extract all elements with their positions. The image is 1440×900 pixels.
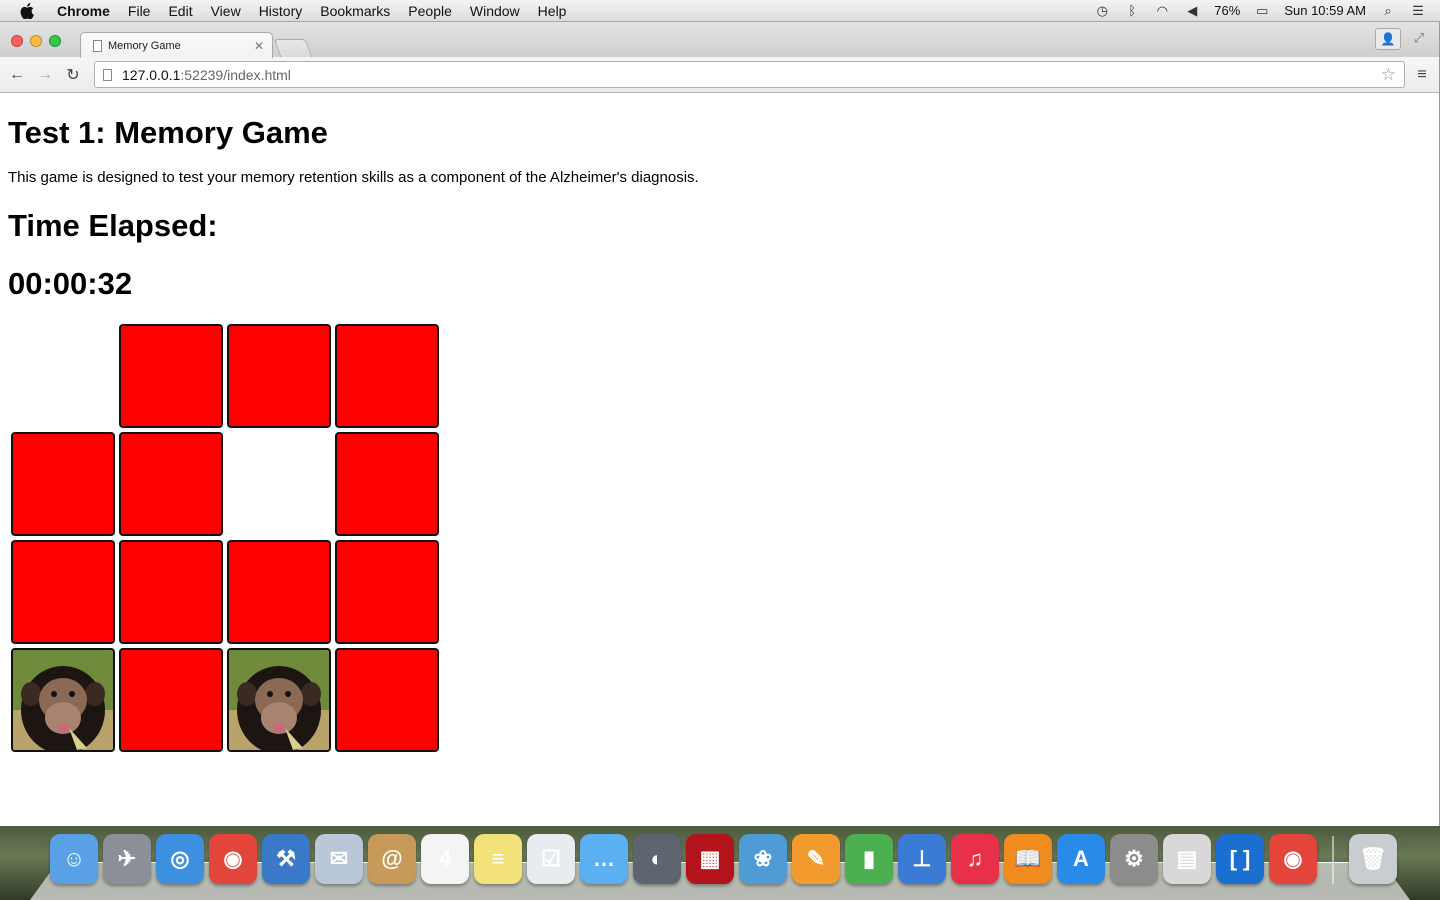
revealed-card-chimpanzee[interactable] [11, 648, 115, 752]
menu-bar: Chrome File Edit View History Bookmarks … [0, 0, 1440, 22]
menu-window[interactable]: Window [461, 3, 529, 19]
notification-center-icon[interactable]: ☰ [1410, 3, 1426, 18]
hidden-card[interactable] [335, 432, 439, 536]
close-tab-icon[interactable]: ✕ [254, 39, 264, 53]
time-elapsed-label: Time Elapsed: [8, 208, 218, 243]
time-machine-icon[interactable]: ◷ [1094, 3, 1110, 18]
matched-card-slot [11, 324, 115, 428]
notes-icon[interactable]: ≡ [474, 834, 522, 884]
keynote-icon[interactable]: ⊥ [898, 834, 946, 884]
hidden-card[interactable] [119, 648, 223, 752]
facetime-icon[interactable]: ◐ [633, 834, 681, 884]
tab-memory-game[interactable]: Memory Game ✕ [80, 32, 273, 58]
iphoto-icon[interactable]: ❀ [739, 834, 787, 884]
page-icon [93, 39, 102, 52]
forward-arrow-icon[interactable]: → [34, 64, 56, 86]
spotlight-search-icon[interactable]: ⌕ [1380, 3, 1396, 18]
menu-people[interactable]: People [399, 3, 461, 19]
dock-icons: ☺ ✈ ◎ ◉ ⚒ ✉ @4 ≡ ☑… ◐ ▦ ❀ ✎ ▮ ⊥ ♫ 📖 A ⚙ ▤[ ] ◉ 🗑 [50, 834, 1397, 884]
apple-menu-icon[interactable] [18, 2, 36, 20]
wifi-icon[interactable]: ◠ [1154, 3, 1170, 18]
launchpad-icon[interactable]: ✈ [103, 834, 151, 884]
menu-help[interactable]: Help [529, 3, 576, 19]
browser-toolbar: ← → ↻ 127.0.0.1:52239/index.html ☆ ≡ [0, 57, 1439, 93]
menu-bookmarks[interactable]: Bookmarks [311, 3, 399, 19]
zoom-window-button[interactable] [49, 35, 61, 47]
window-controls [11, 35, 61, 47]
hidden-card[interactable] [119, 432, 223, 536]
chrome-canary-icon[interactable]: ◉ [1269, 834, 1317, 884]
menu-app-name[interactable]: Chrome [48, 3, 119, 19]
fullscreen-icon[interactable]: ⤢ [1411, 30, 1427, 46]
trash-icon[interactable]: 🗑 [1349, 834, 1397, 884]
photo-booth-icon[interactable]: ▦ [686, 834, 734, 884]
game-description: This game is designed to test your memor… [8, 169, 699, 186]
hidden-card[interactable] [11, 432, 115, 536]
contacts-icon[interactable]: @ [368, 834, 416, 884]
profile-icon[interactable]: 👤 [1375, 28, 1401, 50]
hidden-card[interactable] [227, 540, 331, 644]
hidden-card[interactable] [227, 324, 331, 428]
finder-icon[interactable]: ☺ [50, 834, 98, 884]
dock-separator [1332, 836, 1334, 884]
url-host: 127.0.0.1 [122, 66, 181, 83]
menu-history[interactable]: History [250, 3, 312, 19]
bookmark-star-icon[interactable]: ☆ [1381, 65, 1396, 85]
close-window-button[interactable] [11, 35, 23, 47]
page-title: Test 1: Memory Game [8, 115, 328, 150]
calculator-icon[interactable]: ▤ [1163, 834, 1211, 884]
new-tab-button[interactable] [273, 39, 313, 57]
memory-board [11, 324, 439, 752]
numbers-icon[interactable]: ▮ [845, 834, 893, 884]
menu-file[interactable]: File [119, 3, 160, 19]
tab-strip: Memory Game ✕ 👤 ⤢ [0, 22, 1439, 58]
hidden-card[interactable] [335, 324, 439, 428]
brackets-icon[interactable]: [ ] [1216, 834, 1264, 884]
hidden-card[interactable] [11, 540, 115, 644]
back-arrow-icon[interactable]: ← [6, 64, 28, 86]
menubar-clock[interactable]: Sun 10:59 AM [1284, 3, 1366, 18]
revealed-card-chimpanzee[interactable] [227, 648, 331, 752]
chrome-menu-icon[interactable]: ≡ [1411, 64, 1433, 86]
menu-view[interactable]: View [202, 3, 250, 19]
calendar-icon[interactable]: 4 [421, 834, 469, 884]
elapsed-timer: 00:00:32 [8, 266, 133, 301]
url-text[interactable]: 127.0.0.1:52239/index.html [122, 67, 1381, 83]
pages-icon[interactable]: ✎ [792, 834, 840, 884]
minimize-window-button[interactable] [30, 35, 42, 47]
hidden-card[interactable] [335, 540, 439, 644]
bluetooth-icon[interactable]: ᛒ [1124, 3, 1140, 18]
itunes-icon[interactable]: ♫ [951, 834, 999, 884]
browser-window: Memory Game ✕ 👤 ⤢ ← → ↻ 127.0.0.1:52239/… [0, 22, 1440, 826]
reload-icon[interactable]: ↻ [62, 64, 84, 86]
address-bar[interactable]: 127.0.0.1:52239/index.html ☆ [94, 61, 1405, 88]
safari-icon[interactable]: ◎ [156, 834, 204, 884]
hidden-card[interactable] [119, 324, 223, 428]
ibooks-icon[interactable]: 📖 [1004, 834, 1052, 884]
xcode-icon[interactable]: ⚒ [262, 834, 310, 884]
matched-card-slot [227, 432, 331, 536]
menu-edit[interactable]: Edit [159, 3, 201, 19]
hidden-card[interactable] [119, 540, 223, 644]
page-info-icon[interactable] [103, 68, 112, 81]
chrome-icon[interactable]: ◉ [209, 834, 257, 884]
battery-percent[interactable]: 76% [1214, 3, 1240, 18]
messages-icon[interactable]: … [580, 834, 628, 884]
system-preferences-icon[interactable]: ⚙ [1110, 834, 1158, 884]
hidden-card[interactable] [335, 648, 439, 752]
volume-icon[interactable]: ◀ [1184, 3, 1200, 18]
dock: ☺ ✈ ◎ ◉ ⚒ ✉ @4 ≡ ☑… ◐ ▦ ❀ ✎ ▮ ⊥ ♫ 📖 A ⚙ ▤[ ] ◉ 🗑 [0, 826, 1440, 900]
page-content: Test 1: Memory Game This game is designe… [0, 93, 1438, 826]
tab-title: Memory Game [108, 39, 181, 52]
battery-icon[interactable]: ▭ [1254, 3, 1270, 18]
mail-icon[interactable]: ✉ [315, 834, 363, 884]
app-store-icon[interactable]: A [1057, 834, 1105, 884]
reminders-icon[interactable]: ☑ [527, 834, 575, 884]
url-path: :52239/index.html [180, 66, 291, 83]
